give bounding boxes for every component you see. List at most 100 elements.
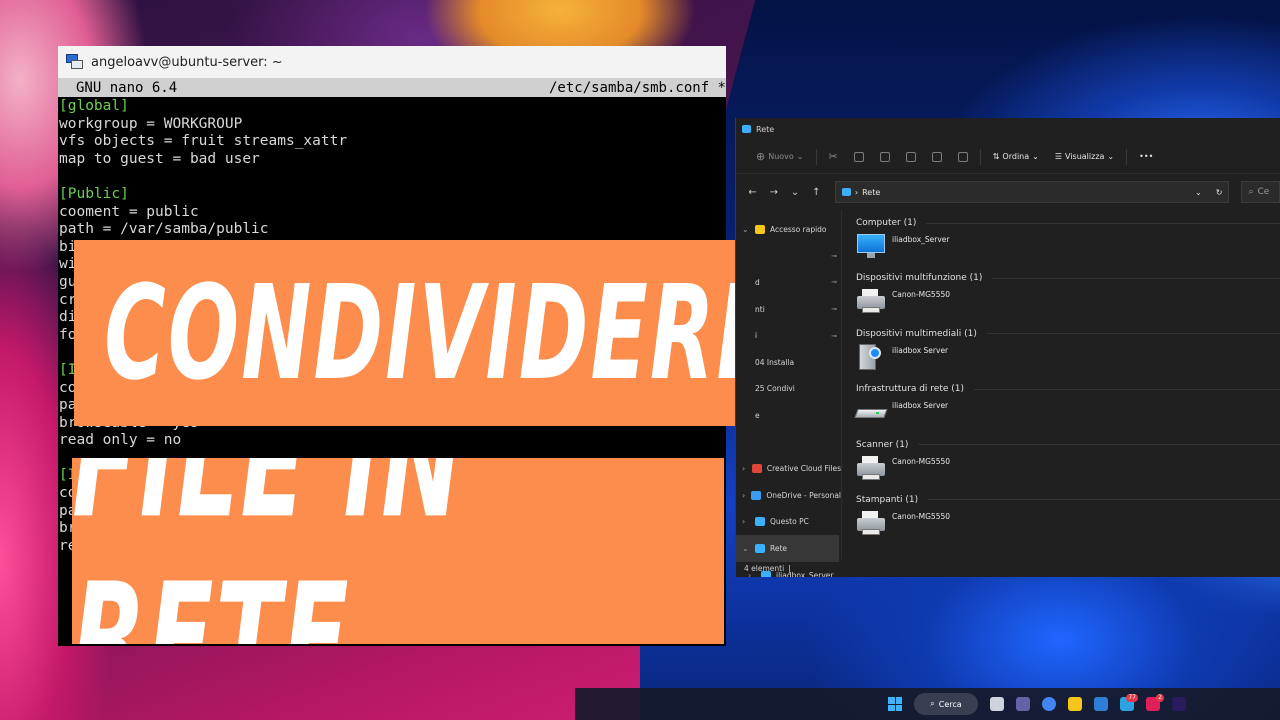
breadcrumb-separator-icon: › (854, 187, 859, 197)
taskbar-app-premiere[interactable] (1168, 693, 1190, 715)
sort-icon: ⇅ (992, 152, 1000, 161)
config-line (59, 168, 726, 186)
taskbar-app-file-explorer[interactable] (1064, 693, 1086, 715)
group-header[interactable]: Infrastruttura di rete (1) (856, 382, 1280, 396)
copy-button[interactable] (846, 146, 872, 168)
taskbar-search[interactable]: ⌕ Cerca (914, 693, 978, 715)
search-icon: ⌕ (930, 699, 935, 708)
device-name: iliadbox Server (892, 401, 949, 411)
delete-button[interactable] (950, 146, 976, 168)
device-item[interactable]: iliadbox_Server (856, 233, 950, 259)
nav-item[interactable]: › Questo PC (736, 509, 841, 536)
device-item[interactable]: Canon-MG5550 (856, 455, 950, 481)
nav-item-label: Creative Cloud Files (766, 464, 841, 474)
device-item[interactable]: Canon-MG5550 (856, 288, 950, 314)
nav-item-label: d (755, 277, 760, 287)
group-header[interactable]: Dispositivi multifunzione (1) (856, 271, 1280, 285)
group-header[interactable]: Stampanti (1) (856, 493, 1280, 507)
group-header-label: Dispositivi multifunzione (1) (856, 273, 983, 284)
nav-item[interactable]: 04 Installa (736, 349, 841, 376)
group-divider (928, 499, 1280, 501)
nav-item[interactable]: e (736, 402, 841, 429)
device-item[interactable]: iliadbox Server (856, 343, 948, 370)
chevron-down-icon[interactable]: ⌄ (1195, 188, 1202, 197)
network-icon (742, 125, 751, 133)
device-name: Canon-MG5550 (892, 456, 951, 466)
new-label: Nuovo (768, 152, 794, 161)
nav-item[interactable] (736, 429, 841, 456)
printer-icon (856, 510, 886, 536)
share-button[interactable] (924, 146, 950, 168)
premiere-icon (1172, 697, 1186, 711)
chevron-icon[interactable]: › (742, 464, 747, 473)
chevron-icon[interactable]: › (742, 491, 746, 500)
new-button[interactable]: ⊕ Nuovo ⌄ (748, 146, 812, 168)
explorer-toolbar: ⊕ Nuovo ⌄ ✂ ⇅ Ordina ⌄ ☰ Visualizza ⌄ ••… (736, 140, 1280, 174)
chevron-icon[interactable]: ⌄ (742, 225, 750, 234)
group-header-label: Scanner (1) (856, 439, 909, 450)
rename-button[interactable] (898, 146, 924, 168)
start-button[interactable] (884, 693, 906, 715)
nav-item-label: nti (755, 304, 765, 314)
pin-icon: ⊸ (831, 278, 837, 287)
network-icon (841, 188, 851, 196)
nav-item[interactable]: ⊸ (736, 243, 841, 270)
file-explorer-window[interactable]: Rete ⊕ Nuovo ⌄ ✂ ⇅ Ordina ⌄ ☰ Visualizza… (735, 118, 1280, 577)
nav-item-label: 04 Installa (755, 357, 795, 367)
taskbar-app-slack[interactable]: 2 (1142, 693, 1164, 715)
taskbar-app-mail[interactable] (1090, 693, 1112, 715)
nav-item[interactable]: nti ⊸ (736, 296, 841, 323)
config-line: workgroup = WORKGROUP (59, 115, 243, 132)
device-item[interactable]: iliadbox Server (854, 399, 949, 425)
sort-button[interactable]: ⇅ Ordina ⌄ (985, 146, 1047, 168)
taskbar: ⌕ Cerca 77 2 (575, 688, 1280, 720)
nav-item[interactable]: ⌄ Accesso rapido (736, 216, 841, 243)
taskbar-app-chrome[interactable] (1038, 693, 1060, 715)
address-bar[interactable]: › Rete ⌄ ↻ (834, 181, 1230, 203)
group-header[interactable]: Dispositivi multimediali (1) (856, 327, 1280, 341)
nav-item[interactable]: › Creative Cloud Files (736, 455, 841, 482)
title-text-bottom: FILE IN RETE (72, 458, 464, 644)
toolbar-divider (979, 148, 981, 165)
paste-button[interactable] (872, 146, 898, 168)
back-arrow-icon[interactable]: ← (744, 187, 761, 198)
device-name: iliadbox_Server (892, 235, 950, 244)
nav-item[interactable]: i ⊸ (736, 322, 841, 349)
nav-item[interactable]: ⌄ Rete (736, 535, 839, 562)
recent-chevron-icon[interactable]: ⌄ (786, 187, 803, 198)
search-input[interactable]: ⌕ Ce (1241, 181, 1280, 203)
copy-icon (853, 151, 864, 162)
chevron-icon[interactable]: ⌄ (742, 544, 750, 553)
device-item[interactable]: Canon-MG5550 (856, 510, 950, 536)
forward-arrow-icon[interactable]: → (765, 187, 782, 198)
terminal-icon (66, 54, 84, 70)
file-explorer-icon (1068, 697, 1082, 711)
navigation-pane[interactable]: ⌄ Accesso rapido ⊸ d ⊸ nti ⊸ i ⊸ 04 Installa 25 Co… (736, 210, 842, 577)
content-pane[interactable]: Computer (1) iliadbox_Server Dispositivi m… (842, 210, 1280, 559)
view-button[interactable]: ☰ Visualizza ⌄ (1047, 146, 1122, 168)
group-header[interactable]: Scanner (1) (856, 438, 1280, 452)
terminal-title: angeloavv@ubuntu-server: ~ (91, 54, 283, 70)
config-line: path = /var/samba/public (59, 221, 269, 238)
chevron-icon[interactable]: › (742, 517, 750, 526)
more-options-button[interactable]: ••• (1131, 146, 1161, 168)
nav-item[interactable]: 25 Condivi (736, 376, 841, 403)
printer-icon (856, 288, 886, 314)
taskbar-app-task-view[interactable] (986, 693, 1008, 715)
cut-button[interactable]: ✂ (821, 146, 846, 168)
rename-icon (905, 151, 916, 162)
terminal-titlebar[interactable]: angeloavv@ubuntu-server: ~ (58, 46, 726, 78)
device-group: Dispositivi multimediali (1) iliadbox Ser… (856, 327, 1280, 382)
up-arrow-icon[interactable]: ↑ (808, 187, 825, 198)
nav-item[interactable]: › OneDrive - Personal (736, 482, 841, 509)
explorer-titlebar[interactable]: Rete (736, 118, 1280, 140)
refresh-icon[interactable]: ↻ (1216, 188, 1223, 197)
nav-item[interactable]: d ⊸ (736, 269, 841, 296)
plus-icon: ⊕ (756, 150, 766, 163)
taskbar-app-teams[interactable] (1012, 693, 1034, 715)
taskbar-app-telegram[interactable]: 77 (1116, 693, 1138, 715)
paste-icon (879, 151, 890, 162)
printer-icon (856, 455, 886, 481)
breadcrumb-rete[interactable]: Rete (862, 188, 880, 197)
group-header[interactable]: Computer (1) (856, 216, 1280, 230)
